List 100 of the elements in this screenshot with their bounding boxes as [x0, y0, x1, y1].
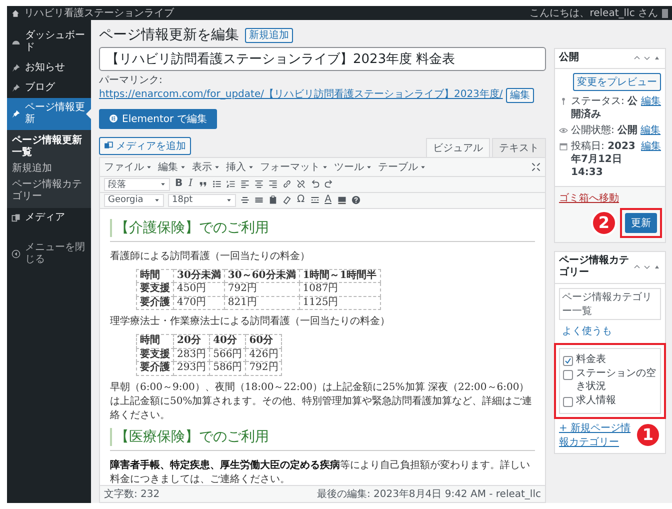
trash-link[interactable]: ゴミ箱へ移動 — [559, 190, 662, 204]
table-cell: 293円 — [174, 362, 210, 375]
bullet-list-icon[interactable] — [212, 179, 222, 189]
table-cell: 時間 — [136, 334, 174, 348]
site-name[interactable]: リハビリ看護ステーションライブ — [24, 6, 526, 20]
caret-icon — [248, 164, 254, 170]
table-cell: 60分 — [246, 334, 282, 348]
elementor-icon — [109, 114, 118, 123]
menu-item[interactable]: テーブル — [378, 158, 426, 174]
collapse-menu-button[interactable]: メニューを閉じる — [7, 238, 91, 270]
clipboard-icon[interactable] — [268, 195, 278, 205]
table-cell: 20分 — [174, 334, 210, 348]
permalink-link[interactable]: https://enarcom.com/for_update/【リハビリ訪問看護ステーションライブ】2023年度/ — [99, 88, 503, 102]
media-icon — [11, 213, 21, 223]
special-character-button[interactable]: Ω — [296, 195, 306, 205]
edit-link[interactable]: 編集 — [641, 140, 661, 152]
update-button[interactable]: 更新 — [625, 212, 657, 232]
table-cell: 821円 — [224, 296, 300, 310]
horizontal-rule-icon[interactable] — [254, 195, 264, 205]
fullscreen-icon[interactable] — [531, 162, 541, 172]
dropdown[interactable]: Georgia — [104, 194, 164, 206]
edit-link[interactable]: 編集 — [640, 124, 661, 136]
checkbox[interactable] — [563, 370, 573, 380]
table-cell: 450円 — [174, 282, 224, 296]
sidebar-item[interactable]: ダッシュボード — [7, 26, 91, 58]
table-cell: 792円 — [224, 282, 300, 296]
dropdown[interactable]: 18pt — [168, 194, 236, 206]
read-more-icon[interactable] — [310, 195, 320, 205]
background-color-icon[interactable] — [336, 195, 346, 205]
caret-icon — [420, 164, 426, 170]
align-right-icon[interactable] — [268, 179, 278, 189]
category-tab[interactable]: ページ情報カテゴリー一覧 — [559, 288, 661, 320]
link-icon[interactable] — [282, 179, 292, 189]
caret-icon — [146, 164, 152, 170]
caret-icon — [154, 197, 160, 203]
undo-icon[interactable] — [310, 179, 320, 189]
align-center-icon[interactable] — [254, 179, 264, 189]
preview-button[interactable]: 変更をプレビュー — [573, 72, 661, 90]
checkbox[interactable] — [563, 397, 573, 407]
paragraph: 早朝（6:00～9:00）、夜間（18:00～22:00）は上記金額に25%加算 深夜（22:00～6:00）は上記金額に50%加算されます。その他、特別管理加算や緊急訪問看護加算など、詳細はご連絡ください。 — [110, 380, 534, 422]
dropdown[interactable]: 段落 — [104, 178, 170, 190]
redo-icon[interactable] — [324, 179, 334, 189]
menu-item[interactable]: 編集 — [158, 158, 186, 174]
eye-icon — [559, 126, 568, 134]
chevron-down-icon[interactable] — [643, 263, 651, 271]
submenu-item[interactable]: 新規追加 — [7, 161, 91, 177]
table-cell: 283円 — [174, 348, 210, 362]
editor-tab[interactable]: テキスト — [492, 138, 546, 156]
triangle-icon[interactable] — [653, 263, 661, 271]
word-count: 文字数: 232 — [104, 488, 160, 501]
bold-button[interactable]: B — [174, 179, 184, 189]
quote-icon[interactable] — [198, 179, 208, 189]
add-category-link[interactable]: + 新規ページ情報カテゴリー — [559, 420, 633, 448]
home-icon[interactable] — [11, 8, 20, 18]
checkbox-label[interactable]: ステーションの空き状況 — [576, 368, 657, 393]
help-icon[interactable] — [350, 195, 360, 205]
triangle-icon[interactable] — [653, 54, 661, 62]
table-cell: 566円 — [210, 348, 246, 362]
paragraph: 障害者手帳、特定疾患、厚生労働大臣の定める疾病等により自己負担額が変わります。詳しい料金につきましては、ご連絡ください。 — [110, 458, 531, 485]
greeting-text[interactable]: こんにちは、releat_llc さん — [530, 6, 658, 20]
text-color-button[interactable]: A — [324, 195, 332, 205]
add-new-button[interactable]: 新規追加 — [245, 28, 293, 42]
table-cell: 1時間～1時間半 — [299, 269, 380, 282]
title-field[interactable]: 【リハビリ訪問看護ステーションライブ】2023年度 料金表 — [99, 47, 546, 71]
eraser-icon[interactable] — [282, 195, 292, 205]
table-cell: 30～60分未満 — [224, 269, 300, 282]
sidebar-item[interactable]: お知らせ — [7, 58, 91, 78]
sidebar-item[interactable]: メディア — [7, 208, 91, 228]
menu-item[interactable]: ファイル — [104, 158, 152, 174]
editor-tab[interactable]: ビジュアル — [426, 138, 490, 156]
table-cell: 426円 — [246, 348, 282, 362]
chevron-down-icon[interactable] — [643, 54, 651, 62]
permalink-label: パーマリンク: — [99, 74, 162, 88]
sidebar-item[interactable]: ページ情報更新 — [7, 98, 91, 130]
edit-link[interactable]: 編集 — [641, 94, 661, 108]
menu-item[interactable]: 表示 — [192, 158, 220, 174]
italic-button[interactable]: I — [188, 179, 194, 189]
menu-item[interactable]: フォーマット — [260, 158, 328, 174]
edit-permalink-button[interactable]: 編集 — [506, 88, 534, 102]
last-edited-text: 最後の編集: 2023年8月4日 9:42 AM - releat_llc — [316, 488, 541, 501]
add-media-button[interactable]: メディアを追加 — [99, 136, 191, 154]
paragraph: 看護師による訪問看護（一回当たりの料金） — [110, 250, 311, 264]
checkbox[interactable] — [563, 356, 573, 366]
table-cell: 時間 — [136, 269, 174, 282]
menu-item[interactable]: 挿入 — [226, 158, 254, 174]
numbered-list-icon[interactable] — [226, 179, 236, 189]
checkbox-label[interactable]: 求人情報 — [576, 395, 616, 408]
menu-item[interactable]: ツール — [334, 158, 372, 174]
media-icon — [104, 141, 113, 150]
submenu-item[interactable]: ページ情報カテゴリー — [7, 177, 91, 205]
meta-text: 公開状態: 公開 — [571, 124, 638, 136]
category-tab[interactable]: よく使うも — [559, 322, 615, 340]
unlink-icon[interactable] — [296, 179, 306, 189]
elementor-edit-button[interactable]: Elementor で編集 — [99, 108, 217, 128]
table-cell: 470円 — [174, 296, 224, 310]
sidebar-item[interactable]: ブログ — [7, 78, 91, 98]
align-left-icon[interactable] — [240, 179, 250, 189]
chevron-up-icon[interactable] — [633, 263, 641, 271]
submenu-item[interactable]: ページ情報更新一覧 — [7, 133, 91, 161]
checkbox-label[interactable]: 料金表 — [576, 354, 606, 366]
